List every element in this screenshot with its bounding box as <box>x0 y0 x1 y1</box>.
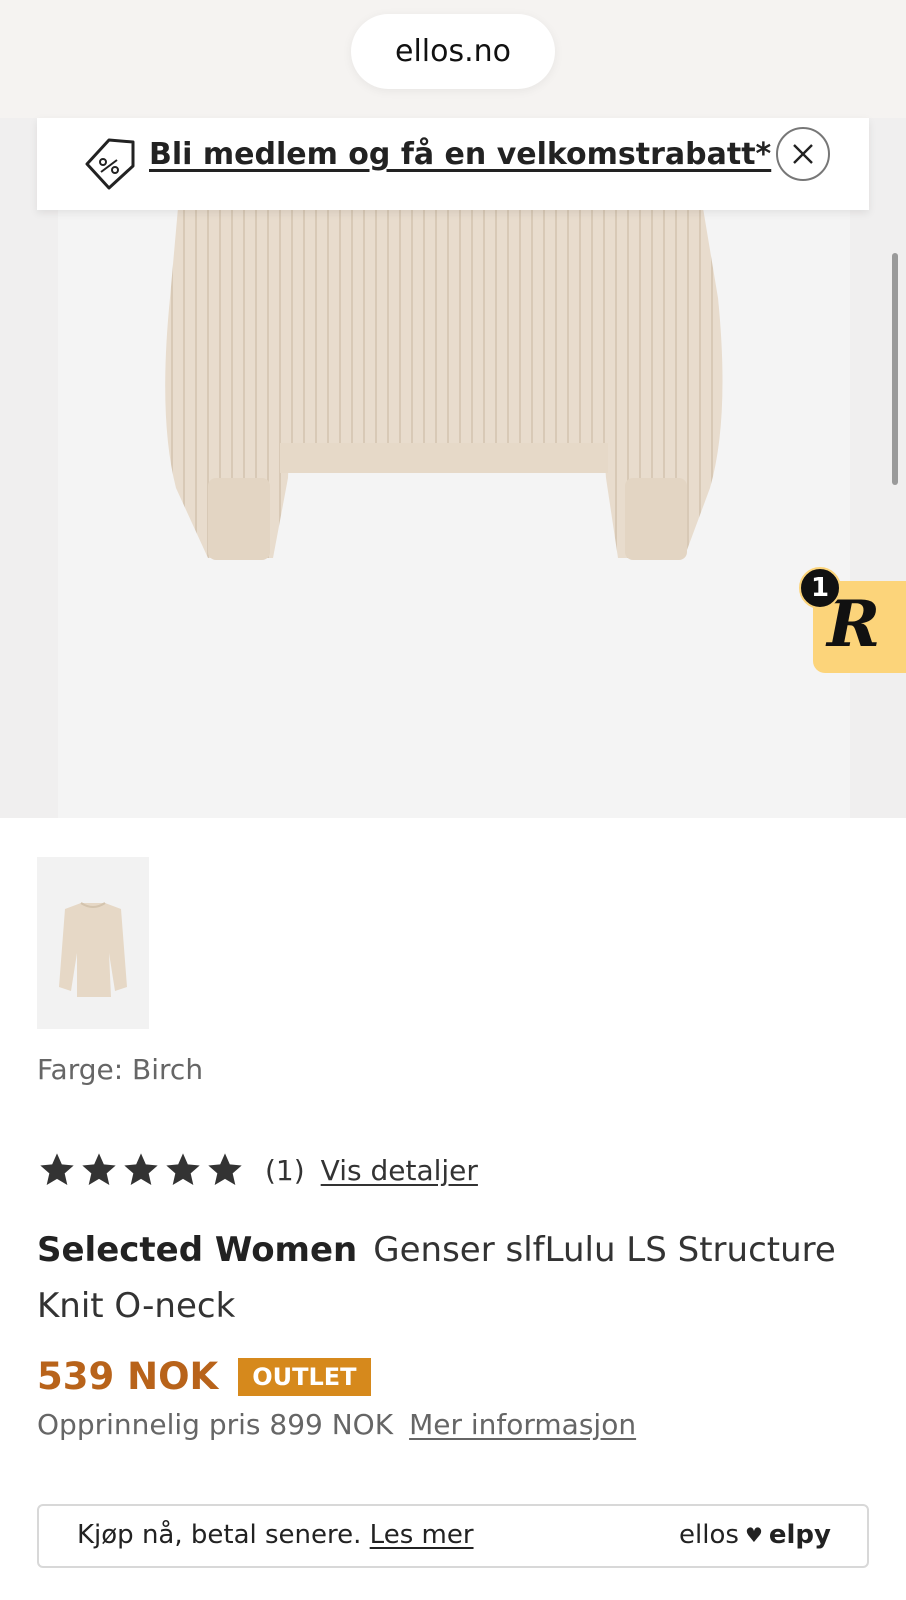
rating-stars <box>37 1150 245 1190</box>
product-thumbnail[interactable] <box>37 857 149 1029</box>
sweater-image <box>165 208 723 560</box>
star-icon <box>208 1153 242 1185</box>
star-icon <box>82 1153 116 1185</box>
product-image-frame <box>58 118 850 818</box>
star-icon <box>166 1153 200 1185</box>
sale-price: 539 NOK <box>37 1355 219 1398</box>
read-more-link[interactable]: Les mer <box>370 1520 474 1550</box>
browser-top-bar: ellos.no <box>0 0 906 118</box>
original-price-row: Opprinnelig pris 899 NOK Mer informasjon <box>37 1408 636 1441</box>
buy-now-pay-later-banner: Kjøp nå, betal senere. Les mer ellos ♥ e… <box>37 1504 869 1568</box>
more-info-link[interactable]: Mer informasjon <box>409 1408 636 1441</box>
star-icon <box>124 1153 158 1185</box>
close-promo-button[interactable] <box>776 127 830 181</box>
product-title: Selected Women Genser slfLulu LS Structur… <box>37 1222 837 1334</box>
rating-count: (1) <box>265 1153 305 1187</box>
color-label: Farge: Birch <box>37 1053 204 1086</box>
ellos-logo-text: ellos <box>679 1520 739 1550</box>
sweater-thumbnail-image <box>59 902 127 997</box>
close-icon <box>793 144 813 164</box>
discount-tag-icon <box>85 138 135 190</box>
elpy-logo-text: elpy <box>768 1520 831 1550</box>
ellos-elpy-logo: ellos ♥ elpy <box>679 1520 831 1550</box>
promo-link[interactable]: Bli medlem og få en velkomstrabatt* <box>149 137 771 172</box>
outlet-badge: OUTLET <box>238 1357 371 1396</box>
rating-row: (1) Vis detaljer <box>37 1148 478 1192</box>
star-icon <box>40 1153 74 1185</box>
notification-badge: 1 <box>799 567 841 609</box>
bnpl-message: Kjøp nå, betal senere. <box>77 1520 362 1550</box>
product-image-main[interactable] <box>0 118 906 818</box>
price-row: 539 NOK OUTLET <box>37 1355 371 1398</box>
member-promo-banner: Bli medlem og få en velkomstrabatt* <box>37 118 869 210</box>
url-bar[interactable]: ellos.no <box>351 14 555 89</box>
brand-name[interactable]: Selected Women <box>37 1230 357 1270</box>
heart-icon: ♥ <box>744 1523 763 1547</box>
view-details-link[interactable]: Vis detaljer <box>321 1154 478 1187</box>
bnpl-text: Kjøp nå, betal senere. Les mer <box>77 1520 474 1550</box>
original-price: Opprinnelig pris 899 NOK <box>37 1408 394 1441</box>
scrollbar[interactable] <box>892 253 898 485</box>
